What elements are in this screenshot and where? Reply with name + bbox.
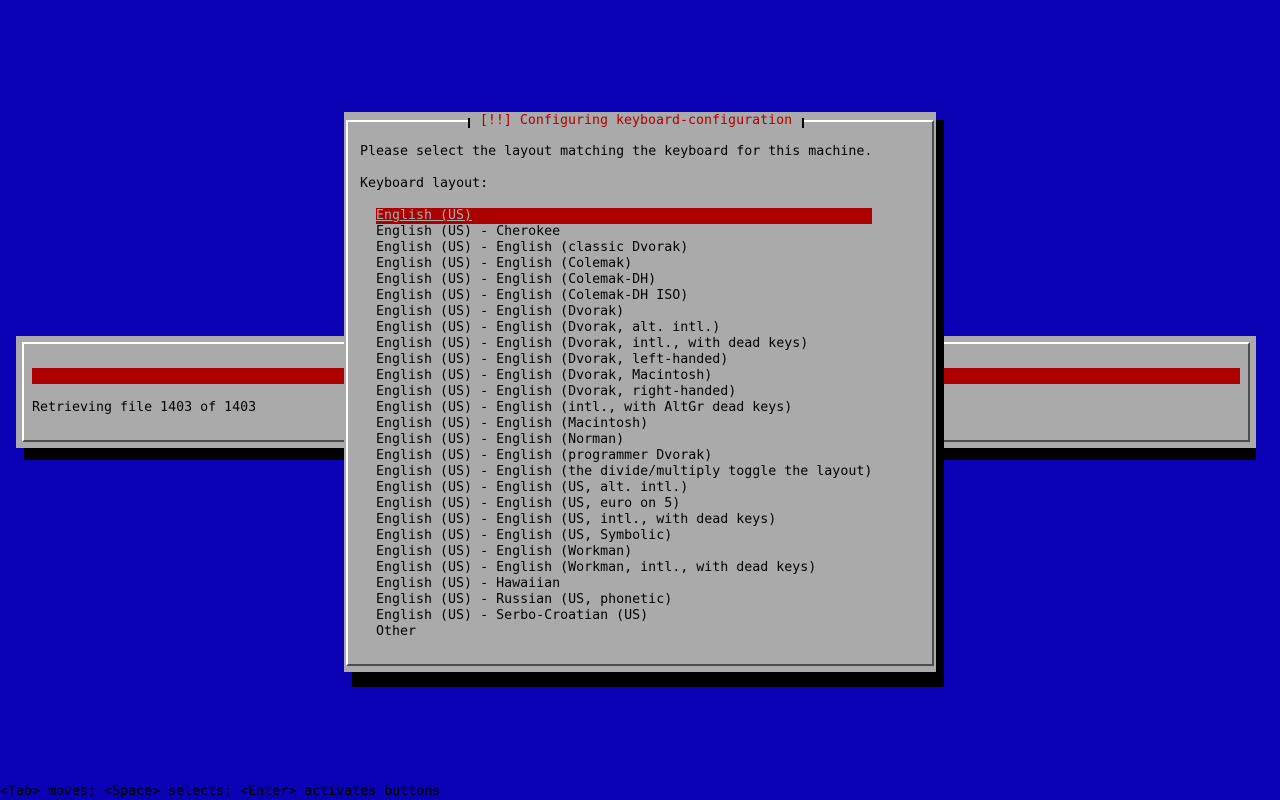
keyboard-layout-option[interactable]: English (US) - Russian (US, phonetic) xyxy=(376,592,872,608)
keyboard-layout-option[interactable]: English (US) - English (the divide/multi… xyxy=(376,464,872,480)
keyboard-layout-option[interactable]: English (US) - English (Dvorak, right-ha… xyxy=(376,384,872,400)
keyboard-layout-label: Keyboard layout: xyxy=(360,176,489,191)
keyboard-layout-option[interactable]: English (US) - English (Dvorak, intl., w… xyxy=(376,336,872,352)
keyboard-layout-option[interactable]: English (US) - English (classic Dvorak) xyxy=(376,240,872,256)
keyboard-layout-option[interactable]: English (US) - English (Dvorak) xyxy=(376,304,872,320)
keyboard-layout-option[interactable]: English (US) - English (Dvorak, Macintos… xyxy=(376,368,872,384)
keyboard-layout-option[interactable]: English (US) - English (US, alt. intl.) xyxy=(376,480,872,496)
keyboard-layout-option[interactable]: English (US) - English (Colemak-DH) xyxy=(376,272,872,288)
keyboard-layout-option[interactable]: English (US) - Cherokee xyxy=(376,224,872,240)
keyboard-layout-option[interactable]: English (US) - Hawaiian xyxy=(376,576,872,592)
keyboard-layout-option[interactable]: English (US) xyxy=(376,208,872,224)
keyboard-layout-option[interactable]: English (US) - English (Dvorak, left-han… xyxy=(376,352,872,368)
keyboard-layout-option[interactable]: English (US) - English (US, Symbolic) xyxy=(376,528,872,544)
keyboard-layout-option[interactable]: English (US) - English (Colemak-DH ISO) xyxy=(376,288,872,304)
keyboard-layout-option[interactable]: English (US) - English (Macintosh) xyxy=(376,416,872,432)
keyboard-layout-option[interactable]: English (US) - English (programmer Dvora… xyxy=(376,448,872,464)
keyboard-layout-option[interactable]: English (US) - English (Colemak) xyxy=(376,256,872,272)
keyboard-configuration-dialog: [!!] Configuring keyboard-configuration … xyxy=(344,112,936,672)
dialog-title: [!!] Configuring keyboard-configuration xyxy=(468,112,804,128)
keyboard-layout-option[interactable]: English (US) - English (Workman) xyxy=(376,544,872,560)
keyboard-layout-option[interactable]: English (US) - English (Dvorak, alt. int… xyxy=(376,320,872,336)
keyboard-layout-option[interactable]: English (US) - Serbo-Croatian (US) xyxy=(376,608,872,624)
dialog-question: Please select the layout matching the ke… xyxy=(360,144,873,159)
keyboard-layout-option[interactable]: English (US) - English (Norman) xyxy=(376,432,872,448)
keyboard-layout-option[interactable]: English (US) - English (US, euro on 5) xyxy=(376,496,872,512)
help-line: <Tab> moves; <Space> selects; <Enter> ac… xyxy=(0,784,1280,800)
keyboard-layout-option[interactable]: English (US) - English (US, intl., with … xyxy=(376,512,872,528)
keyboard-layout-list[interactable]: English (US) English (US) - Cherokee Engli… xyxy=(376,208,872,640)
progress-status-text: Retrieving file 1403 of 1403 xyxy=(32,400,257,415)
keyboard-layout-option[interactable]: Other xyxy=(376,624,872,640)
keyboard-layout-option[interactable]: English (US) - English (Workman, intl., … xyxy=(376,560,872,576)
keyboard-layout-option[interactable]: English (US) - English (intl., with AltG… xyxy=(376,400,872,416)
